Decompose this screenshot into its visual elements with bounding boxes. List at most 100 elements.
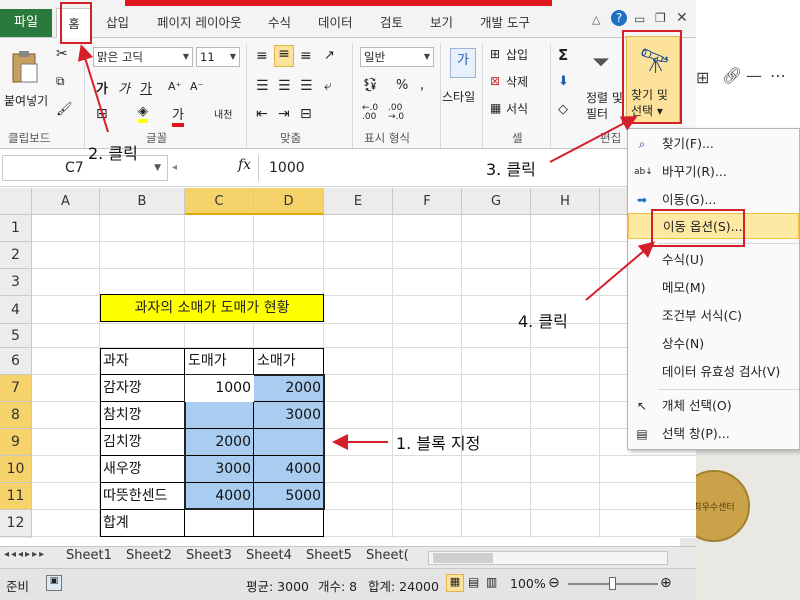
row-header-5[interactable]: 5 bbox=[0, 324, 32, 348]
header-retail[interactable]: 소매가 bbox=[254, 348, 299, 375]
cell-retail[interactable] bbox=[254, 429, 324, 456]
tab-data[interactable]: 데이터 bbox=[318, 12, 353, 31]
expand-icon[interactable]: ◂ bbox=[172, 162, 177, 173]
column-header-g[interactable]: G bbox=[462, 188, 531, 215]
cell-name[interactable]: 참치깡 bbox=[100, 402, 145, 429]
font-name-combo[interactable]: 맑은 고딕 ▼ bbox=[93, 47, 193, 67]
decrease-indent-icon[interactable]: ⇤ bbox=[256, 106, 268, 122]
cell-name[interactable]: 감자깡 bbox=[100, 375, 145, 402]
header-snack[interactable]: 과자 bbox=[100, 348, 132, 375]
cell-name[interactable]: 따뜻한센드 bbox=[100, 483, 170, 510]
underline-button[interactable]: 가 bbox=[140, 78, 152, 97]
sheet-tab[interactable]: Sheet2 bbox=[126, 548, 172, 563]
increase-indent-icon[interactable]: ⇥ bbox=[278, 106, 290, 122]
column-header-f[interactable]: F bbox=[393, 188, 462, 215]
delete-cells-icon[interactable]: ⊠ bbox=[490, 74, 500, 88]
merge-center-icon[interactable]: ⊟ bbox=[300, 106, 312, 122]
decrease-decimal-icon[interactable]: .00 →.0 bbox=[388, 104, 404, 122]
cell-name[interactable]: 새우깡 bbox=[100, 456, 145, 483]
cell-wholesale[interactable]: 2000 bbox=[185, 429, 254, 456]
clear-icon[interactable]: ◇ bbox=[558, 102, 568, 117]
restore-icon[interactable]: ❐ bbox=[655, 11, 666, 25]
minimize-icon[interactable]: ▭ bbox=[634, 12, 645, 26]
menu-item-find[interactable]: ⌕ 찾기(F)... bbox=[628, 131, 799, 157]
sheet-tab[interactable]: Sheet3 bbox=[186, 548, 232, 563]
cell-wholesale[interactable]: 3000 bbox=[185, 456, 254, 483]
number-format-combo[interactable]: 일반 ▼ bbox=[360, 47, 434, 67]
zoom-level[interactable]: 100% bbox=[510, 576, 546, 591]
cell-retail[interactable]: 2000 bbox=[254, 375, 324, 402]
tab-insert[interactable]: 삽입 bbox=[106, 12, 129, 31]
horizontal-scrollbar[interactable] bbox=[428, 551, 668, 565]
currency-icon[interactable]: 💱︎ bbox=[362, 78, 379, 93]
font-grow-icon[interactable]: A⁺ bbox=[168, 80, 181, 93]
column-header-h[interactable]: H bbox=[531, 188, 600, 215]
normal-view-icon[interactable]: ▦ bbox=[446, 574, 464, 592]
header-wholesale[interactable]: 도매가 bbox=[185, 348, 230, 375]
paste-label[interactable]: 붙여넣기 bbox=[4, 92, 48, 109]
comma-icon[interactable]: , bbox=[420, 78, 424, 93]
menu-item-replace[interactable]: ab↓ 바꾸기(R)... bbox=[628, 159, 799, 185]
borders-icon[interactable]: ⊞ bbox=[96, 106, 108, 122]
menu-item-formulas[interactable]: 수식(U) bbox=[628, 247, 799, 273]
align-left-icon[interactable]: ☰ bbox=[256, 78, 269, 94]
tab-view[interactable]: 보기 bbox=[430, 12, 453, 31]
column-header-b[interactable]: B bbox=[100, 188, 185, 215]
font-color-button[interactable]: 가 bbox=[172, 104, 184, 127]
cell-wholesale[interactable]: 1000 bbox=[185, 375, 254, 402]
page-layout-view-icon[interactable]: ▤ bbox=[468, 575, 479, 589]
column-header-e[interactable]: E bbox=[324, 188, 393, 215]
orientation-icon[interactable]: ↗ bbox=[324, 48, 335, 63]
cell-retail[interactable] bbox=[254, 510, 324, 537]
column-header-d[interactable]: D bbox=[254, 188, 324, 215]
tab-formulas[interactable]: 수식 bbox=[268, 12, 291, 31]
sheet-tab[interactable]: Sheet4 bbox=[246, 548, 292, 563]
row-header-13[interactable]: 13 bbox=[0, 537, 32, 538]
zoom-out-icon[interactable]: ⊖ bbox=[548, 575, 560, 591]
paste-icon[interactable] bbox=[10, 50, 40, 84]
cut-icon[interactable]: ✂ bbox=[56, 46, 68, 62]
worksheet-grid[interactable]: A B C D E F G H 1 2 3 4 5 6 7 8 9 10 11 … bbox=[0, 188, 696, 538]
cell-wholesale[interactable]: 4000 bbox=[185, 483, 254, 510]
cell-retail[interactable]: 5000 bbox=[254, 483, 324, 510]
sort-filter-button[interactable]: 정렬 및 필터 bbox=[586, 90, 623, 122]
sheet-nav-arrows-icon[interactable]: ◂◂◂▸▸▸ bbox=[4, 549, 46, 560]
styles-label[interactable]: 스타일 bbox=[442, 88, 475, 105]
format-cells-button[interactable]: 서식 bbox=[506, 100, 528, 117]
sheet-tab[interactable]: Sheet1 bbox=[66, 548, 112, 563]
char-spacing-button[interactable]: 내천 bbox=[214, 106, 232, 121]
cell-retail[interactable]: 3000 bbox=[254, 402, 324, 429]
cell-retail[interactable]: 4000 bbox=[254, 456, 324, 483]
link-icon[interactable]: 🔗︎ bbox=[722, 66, 742, 85]
delete-cells-button[interactable]: 삭제 bbox=[506, 73, 528, 90]
zoom-in-icon[interactable]: ⊕ bbox=[660, 575, 672, 591]
table-title-cell[interactable]: 과자의 소매가 도매가 현황 bbox=[100, 294, 324, 322]
select-all-corner[interactable] bbox=[0, 188, 32, 215]
row-header-6[interactable]: 6 bbox=[0, 348, 32, 375]
sort-filter-icon[interactable]: ⏷ bbox=[592, 50, 610, 75]
italic-button[interactable]: 가 bbox=[118, 78, 130, 97]
row-header-10[interactable]: 10 bbox=[0, 456, 32, 483]
format-painter-icon[interactable]: 🖌︎ bbox=[56, 102, 73, 117]
tab-developer[interactable]: 개발 도구 bbox=[480, 12, 530, 31]
page-break-view-icon[interactable]: ▥ bbox=[486, 575, 497, 589]
macro-record-icon[interactable]: ▣ bbox=[46, 575, 62, 591]
insert-cells-button[interactable]: 삽입 bbox=[506, 46, 528, 63]
font-shrink-icon[interactable]: A⁻ bbox=[190, 80, 203, 93]
row-header-4[interactable]: 4 bbox=[0, 296, 32, 324]
tab-page-layout[interactable]: 페이지 레이아웃 bbox=[157, 12, 241, 31]
increase-decimal-icon[interactable]: ←.0.00 bbox=[362, 104, 378, 122]
table-icon[interactable]: ⊞ bbox=[696, 68, 709, 87]
row-header-1[interactable]: 1 bbox=[0, 215, 32, 242]
percent-icon[interactable]: % bbox=[396, 78, 408, 93]
tab-file[interactable]: 파일 bbox=[0, 9, 52, 37]
row-header-8[interactable]: 8 bbox=[0, 402, 32, 429]
menu-item-comments[interactable]: 메모(M) bbox=[628, 275, 799, 301]
row-header-12[interactable]: 12 bbox=[0, 510, 32, 537]
sheet-tab[interactable]: Sheet( bbox=[366, 548, 409, 563]
more-icon[interactable]: ⋯ bbox=[770, 66, 786, 85]
row-header-2[interactable]: 2 bbox=[0, 242, 32, 269]
autosum-button[interactable]: Σ bbox=[558, 46, 568, 64]
fill-color-icon[interactable]: ◈ bbox=[138, 104, 148, 123]
cell-total[interactable]: 합계 bbox=[100, 510, 132, 537]
